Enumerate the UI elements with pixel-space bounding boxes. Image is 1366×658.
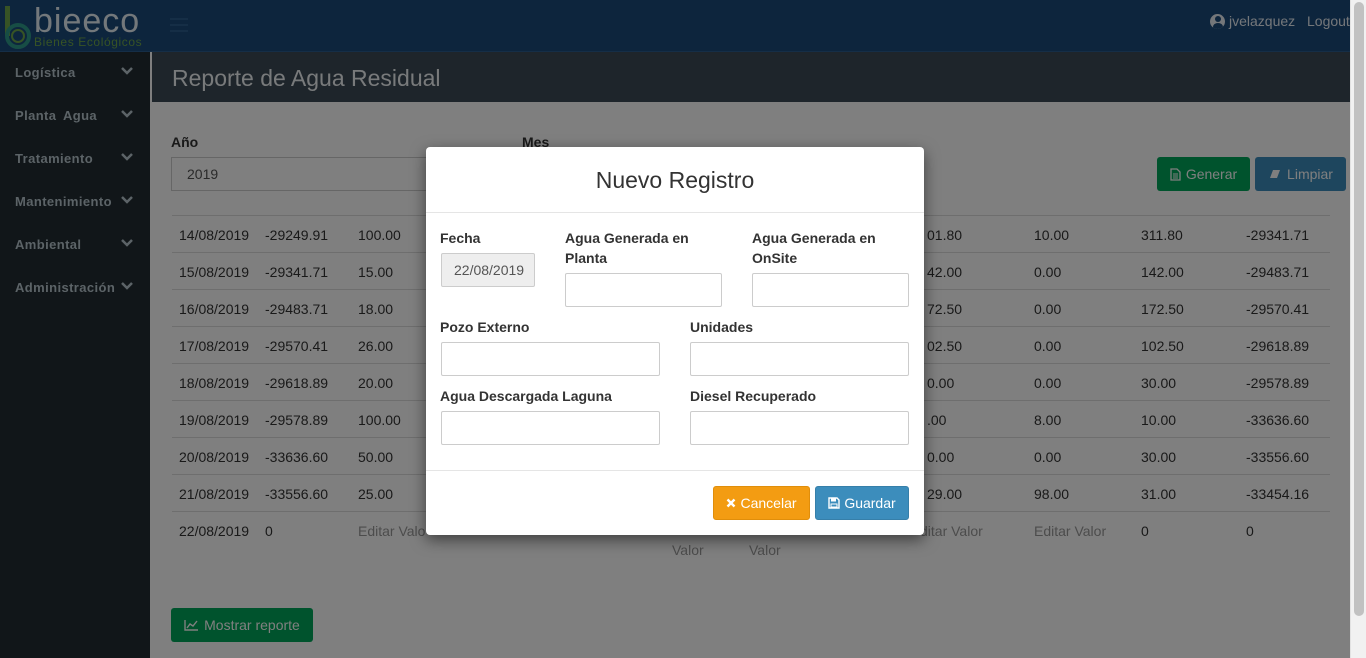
fecha-label: Fecha — [440, 230, 481, 246]
agua-laguna-input[interactable] — [441, 411, 660, 445]
agua-planta-label: Agua Generada en Planta — [565, 230, 689, 266]
save-button[interactable]: Guardar — [815, 486, 909, 520]
close-icon — [727, 498, 736, 508]
fecha-field[interactable]: 22/08/2019 — [441, 253, 535, 287]
agua-laguna-label: Agua Descargada Laguna — [440, 388, 612, 404]
modal-header: Nuevo Registro — [426, 147, 924, 213]
diesel-label: Diesel Recuperado — [690, 388, 817, 404]
save-label: Guardar — [844, 495, 896, 511]
diesel-input[interactable] — [690, 411, 909, 445]
cancel-button[interactable]: Cancelar — [713, 486, 810, 520]
pozo-externo-label: Pozo Externo — [440, 319, 530, 335]
new-record-modal: Nuevo Registro Fecha 22/08/2019 Agua Gen… — [426, 147, 924, 535]
modal-title: Nuevo Registro — [595, 167, 755, 193]
agua-onsite-label: Agua Generada en OnSite — [752, 230, 876, 266]
modal-footer: Cancelar Guardar — [426, 470, 924, 535]
agua-planta-input[interactable] — [565, 273, 722, 307]
cancel-label: Cancelar — [740, 495, 797, 511]
page-scrollbar[interactable] — [1350, 0, 1366, 658]
pozo-externo-input[interactable] — [441, 342, 660, 376]
unidades-label: Unidades — [690, 319, 754, 335]
floppy-disk-icon — [828, 497, 841, 509]
unidades-input[interactable] — [690, 342, 909, 376]
agua-onsite-input[interactable] — [752, 273, 909, 307]
scrollbar-thumb[interactable] — [1354, 2, 1364, 616]
